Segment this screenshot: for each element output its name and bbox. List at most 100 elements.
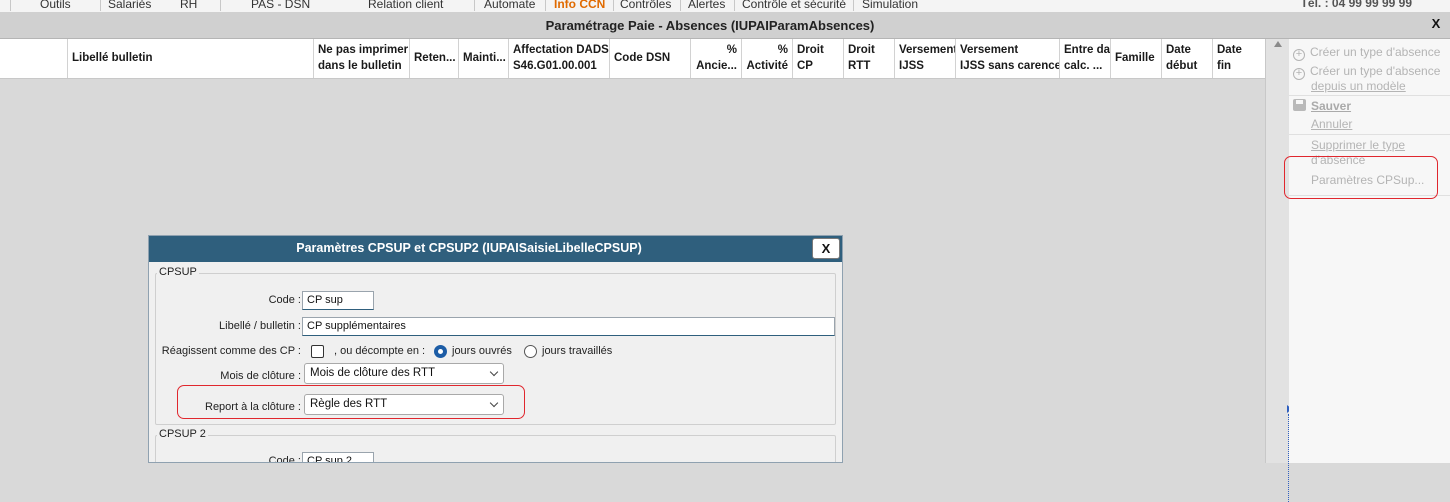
dialog-title-bar: Paramètres CPSUP et CPSUP2 (IUPAISaisieL… <box>149 236 842 262</box>
create-from-model-action[interactable]: + Créer un type d'absence <box>1293 64 1440 80</box>
action-label: depuis un modèle <box>1311 79 1406 93</box>
radio-jours-ouvres[interactable] <box>434 345 447 358</box>
decompte-label: , ou décompte en : <box>334 345 426 357</box>
column-title: Famille <box>1115 52 1155 64</box>
menu-separator <box>853 0 854 11</box>
menu-info-ccn[interactable]: Info CCN <box>554 0 605 11</box>
menu-separator <box>613 0 614 11</box>
column-header-versement-ijss-sans-carence[interactable]: Versement IJSS sans carence <box>956 39 1060 78</box>
menu-controles[interactable]: Contrôles <box>620 0 671 11</box>
menu-salaries[interactable]: Salariés <box>108 0 151 11</box>
libelle-field[interactable]: CP supplémentaires <box>302 317 835 336</box>
dialog-close-button[interactable]: X <box>812 238 840 259</box>
column-header-code-dsn[interactable]: Code DSN <box>610 39 691 78</box>
column-title-line2: calc. ... <box>1064 60 1103 72</box>
mois-cloture-label: Mois de clôture : <box>220 370 301 382</box>
report-cloture-dropdown[interactable]: Règle des RTT <box>304 394 504 415</box>
column-header-droit-rtt[interactable]: Droit RTT <box>844 39 895 78</box>
column-header-blank[interactable] <box>0 39 68 78</box>
action-label: Annuler <box>1311 117 1353 131</box>
delete-absence-type-action[interactable]: Supprimer le type <box>1311 138 1405 153</box>
column-header-droit-cp[interactable]: Droit CP <box>793 39 844 78</box>
column-title: Reten... <box>414 52 456 64</box>
cpsup2-group <box>155 435 836 462</box>
menu-rh[interactable]: RH <box>180 0 197 11</box>
menu-separator <box>680 0 681 11</box>
react-cp-checkbox[interactable] <box>311 345 324 358</box>
cpsup-group-label: CPSUP <box>157 266 199 278</box>
column-title-line2: IJSS sans carence <box>960 60 1060 72</box>
floppy-disk-icon <box>1293 99 1306 111</box>
window-title: Paramétrage Paie - Absences (IUPAIParamA… <box>545 18 875 33</box>
menu-controle-securite[interactable]: Contrôle et sécurité <box>742 0 846 11</box>
column-header-versement-ijss[interactable]: Versement IJSS <box>895 39 956 78</box>
column-title: Droit <box>797 44 824 56</box>
menu-relation-client[interactable]: Relation client <box>368 0 443 11</box>
panel-divider <box>1289 134 1450 135</box>
column-title-line2: CP <box>797 60 813 72</box>
column-title: Ne pas imprimer <box>318 44 409 56</box>
column-header-retenue[interactable]: Reten... <box>410 39 459 78</box>
menu-simulation[interactable]: Simulation <box>862 0 918 11</box>
create-from-model-action-line2[interactable]: depuis un modèle <box>1311 79 1406 94</box>
column-header-ne-pas-imprimer[interactable]: Ne pas imprimer dans le bulletin <box>314 39 410 78</box>
column-title: Affectation DADS <box>513 44 609 56</box>
column-header-entre-dans-calc[interactable]: Entre dans calc. ... <box>1060 39 1111 78</box>
column-title: Versement <box>960 44 1019 56</box>
cpsup2-group-label: CPSUP 2 <box>157 428 208 440</box>
column-header-famille[interactable]: Famille <box>1111 39 1162 78</box>
menu-separator <box>100 0 101 11</box>
react-cp-label: Réagissent comme des CP : <box>161 345 301 357</box>
panel-divider <box>1289 195 1450 196</box>
column-title: Date <box>1166 44 1191 56</box>
column-header-date-fin[interactable]: Date fin <box>1213 39 1265 78</box>
window-title-bar: Paramétrage Paie - Absences (IUPAIParamA… <box>0 12 1450 39</box>
mois-cloture-dropdown[interactable]: Mois de clôture des RTT <box>304 363 504 384</box>
create-absence-type-action[interactable]: + Créer un type d'absence <box>1293 45 1440 61</box>
menu-alertes[interactable]: Alertes <box>688 0 725 11</box>
menu-automate[interactable]: Automate <box>484 0 535 11</box>
phone-number: Tél. : 04 99 99 99 99 <box>1300 0 1412 10</box>
column-title-line2: RTT <box>848 60 871 72</box>
column-title: % <box>777 44 788 56</box>
action-label: Paramètres CPSup... <box>1311 173 1425 187</box>
menu-outils[interactable]: Outils <box>40 0 71 11</box>
radio-jours-travailles[interactable] <box>524 345 537 358</box>
column-title-line2: IJSS <box>899 60 924 72</box>
column-title: Date <box>1217 44 1242 56</box>
column-title: Mainti... <box>463 52 506 64</box>
vertical-scrollbar[interactable] <box>1265 39 1292 502</box>
scroll-up-arrow-icon[interactable] <box>1274 41 1282 47</box>
mois-cloture-value: Mois de clôture des RTT <box>310 367 436 379</box>
column-header-pct-activite[interactable]: % Activité <box>742 39 793 78</box>
save-action[interactable]: Sauver <box>1293 99 1351 114</box>
option-jours-travailles-label: jours travaillés <box>542 345 613 357</box>
window-close-button[interactable]: X <box>1428 16 1444 32</box>
delete-absence-type-action-line2[interactable]: d'absence <box>1311 153 1365 168</box>
top-menu-bar: Outils Salariés RH PAS - DSN Relation cl… <box>0 0 1450 12</box>
column-header-libelle[interactable]: Libellé bulletin <box>68 39 314 78</box>
menu-pas-dsn[interactable]: PAS - DSN <box>251 0 310 11</box>
column-header-affectation-dads[interactable]: Affectation DADS S46.G01.00.001 <box>509 39 610 78</box>
column-title: Droit <box>848 44 875 56</box>
code-field[interactable]: CP sup <box>302 291 374 310</box>
plus-circle-icon: + <box>1293 49 1305 61</box>
column-header-date-debut[interactable]: Date début <box>1162 39 1213 78</box>
grid-header: Libellé bulletin Ne pas imprimer dans le … <box>0 39 1265 79</box>
panel-divider <box>1289 95 1450 96</box>
cpsup-dialog: Paramètres CPSUP et CPSUP2 (IUPAISaisieL… <box>148 235 843 463</box>
column-header-pct-anciennete[interactable]: % Ancie... <box>691 39 742 78</box>
column-title-line2: S46.G01.00.001 <box>513 60 597 72</box>
option-jours-ouvres-label: jours ouvrés <box>452 345 512 357</box>
menu-separator <box>10 0 11 11</box>
column-title: Versement <box>899 44 956 56</box>
column-title: Libellé bulletin <box>72 52 153 64</box>
actions-panel: + Créer un type d'absence + Créer un type … <box>1289 39 1450 463</box>
dialog-title: Paramètres CPSUP et CPSUP2 (IUPAISaisieL… <box>296 241 642 255</box>
column-header-maintien[interactable]: Mainti... <box>459 39 509 78</box>
report-cloture-label: Report à la clôture : <box>205 401 301 413</box>
cancel-action[interactable]: Annuler <box>1311 117 1352 132</box>
params-cpsup-action[interactable]: Paramètres CPSup... <box>1311 173 1424 188</box>
code2-field[interactable]: CP sup 2 <box>302 452 374 462</box>
libelle-label: Libellé / bulletin : <box>219 320 301 332</box>
